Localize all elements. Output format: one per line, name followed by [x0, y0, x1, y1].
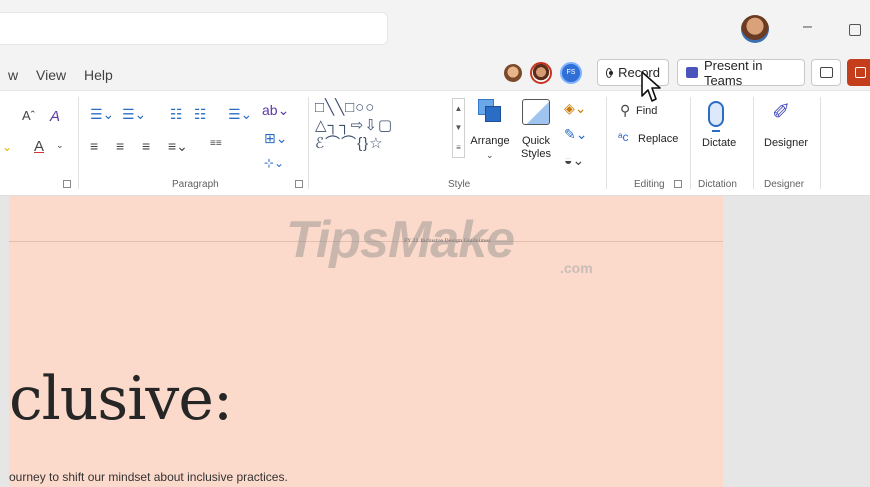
present-in-teams-button[interactable]: Present in Teams: [677, 57, 805, 88]
designer-group-label: Designer: [764, 179, 805, 190]
shape-fill-icon[interactable]: ◈⌄: [564, 101, 587, 115]
style-group-label: Style: [448, 179, 471, 190]
share-icon: [854, 67, 866, 78]
gallery-scroll[interactable]: ▲ ▼ ≡: [452, 98, 465, 158]
chevron-down-icon[interactable]: ⌄: [56, 141, 64, 150]
divider: [753, 97, 754, 189]
designer-wand-icon[interactable]: ✐: [772, 99, 794, 125]
present-in-teams-label: Present in Teams: [703, 57, 763, 88]
tab-review-partial[interactable]: w: [8, 67, 18, 83]
shape-effects-icon[interactable]: ◒⌄: [564, 153, 584, 167]
dialog-launcher-icon[interactable]: [295, 180, 303, 188]
replace-button-label[interactable]: Replace: [638, 133, 678, 146]
numbering-icon[interactable]: ☰⌄: [122, 107, 146, 121]
collaborator-avatar[interactable]: FS: [560, 62, 582, 84]
minimize-icon[interactable]: –: [803, 18, 812, 36]
search-box[interactable]: [0, 12, 388, 45]
more-icon[interactable]: ≡: [456, 143, 461, 152]
record-icon: [606, 67, 614, 78]
watermark-logo: TipsMake: [286, 211, 515, 269]
find-icon[interactable]: ⚲: [620, 103, 630, 117]
maximize-icon[interactable]: [849, 24, 861, 36]
align-left-icon[interactable]: ≡: [90, 139, 98, 153]
watermark-suffix: .com: [560, 260, 593, 276]
shape-outline-icon[interactable]: ✎⌄: [564, 127, 587, 141]
bullets-icon[interactable]: ☰⌄: [90, 107, 114, 121]
line-spacing-icon[interactable]: ☰⌄: [228, 107, 252, 121]
comment-icon: [819, 67, 833, 78]
dialog-launcher-icon[interactable]: [674, 180, 682, 188]
collaborator-avatar[interactable]: [530, 62, 552, 84]
chevron-down-icon[interactable]: ▼: [455, 123, 463, 132]
slide-title[interactable]: clusive:: [9, 364, 233, 434]
divider: [690, 97, 691, 189]
divider: [78, 97, 79, 189]
chevron-up-icon[interactable]: ▲: [455, 104, 463, 113]
highlight-icon[interactable]: ⌄: [2, 141, 12, 153]
paragraph-group-label: Paragraph: [172, 179, 219, 190]
teams-icon: [686, 67, 698, 78]
align-center-icon[interactable]: ≡: [116, 139, 124, 153]
microphone-icon[interactable]: [708, 101, 724, 132]
dictation-group-label: Dictation: [698, 179, 737, 190]
app-window: – w View Help FS Record Present in Teams…: [0, 0, 870, 487]
align-right-icon[interactable]: ≡: [142, 139, 150, 153]
collaborator-avatar[interactable]: [502, 62, 524, 84]
replace-icon[interactable]: ᵃc: [618, 131, 628, 143]
dictate-button-label[interactable]: Dictate: [702, 137, 736, 150]
title-bar: –: [0, 0, 870, 58]
designer-button-label[interactable]: Designer: [764, 137, 808, 150]
clear-formatting-icon[interactable]: A: [50, 109, 60, 124]
convert-smartart-icon[interactable]: ⊹⌄: [264, 157, 284, 169]
slide-body-text[interactable]: ourney to shift our mindset about inclus…: [9, 470, 288, 484]
share-button[interactable]: [847, 59, 870, 86]
align-text-icon[interactable]: ⊞⌄: [264, 131, 287, 145]
tab-view[interactable]: View: [36, 67, 66, 83]
text-direction-icon[interactable]: ab⌄: [262, 103, 289, 117]
divider: [308, 97, 309, 189]
ribbon: Aˆ A ⌄ A ⌄ ☰⌄ ☰⌄ ☷ ☷ ☰⌄ ab⌄ ≡ ≡ ≡ ≡⌄ ≡≡ …: [0, 90, 870, 196]
justify-icon[interactable]: ≡⌄: [168, 139, 188, 153]
mouse-pointer-icon: [641, 71, 661, 102]
quick-styles-icon[interactable]: [522, 99, 550, 125]
menu-tabs: w View Help FS Record Present in Teams: [0, 58, 870, 90]
editing-group-label: Editing: [634, 179, 665, 190]
user-avatar[interactable]: [741, 15, 769, 43]
divider: [606, 97, 607, 189]
increase-indent-icon[interactable]: ☷: [194, 107, 207, 121]
font-color-icon[interactable]: A: [34, 139, 44, 154]
chevron-down-icon[interactable]: ⌄: [486, 151, 494, 160]
quick-styles-button-label[interactable]: Quick Styles: [514, 135, 558, 161]
shapes-row[interactable]: ℰ⌒⌒{}☆: [315, 135, 451, 153]
dialog-launcher-icon[interactable]: [63, 180, 71, 188]
decrease-indent-icon[interactable]: ☷: [170, 107, 183, 121]
tab-help[interactable]: Help: [84, 67, 113, 83]
comments-button[interactable]: [811, 59, 841, 86]
columns-icon[interactable]: ≡≡: [210, 139, 222, 149]
find-button-label[interactable]: Find: [636, 105, 657, 118]
arrange-button-label[interactable]: Arrange: [470, 135, 510, 148]
divider: [820, 97, 821, 189]
shapes-gallery[interactable]: □╲╲□○○ △┐┐⇨⇩▢ ℰ⌒⌒{}☆: [315, 99, 451, 157]
shapes-row[interactable]: △┐┐⇨⇩▢: [315, 117, 451, 135]
increase-font-size-icon[interactable]: Aˆ: [22, 109, 35, 122]
arrange-icon[interactable]: [478, 99, 502, 123]
shapes-row[interactable]: □╲╲□○○: [315, 99, 451, 117]
